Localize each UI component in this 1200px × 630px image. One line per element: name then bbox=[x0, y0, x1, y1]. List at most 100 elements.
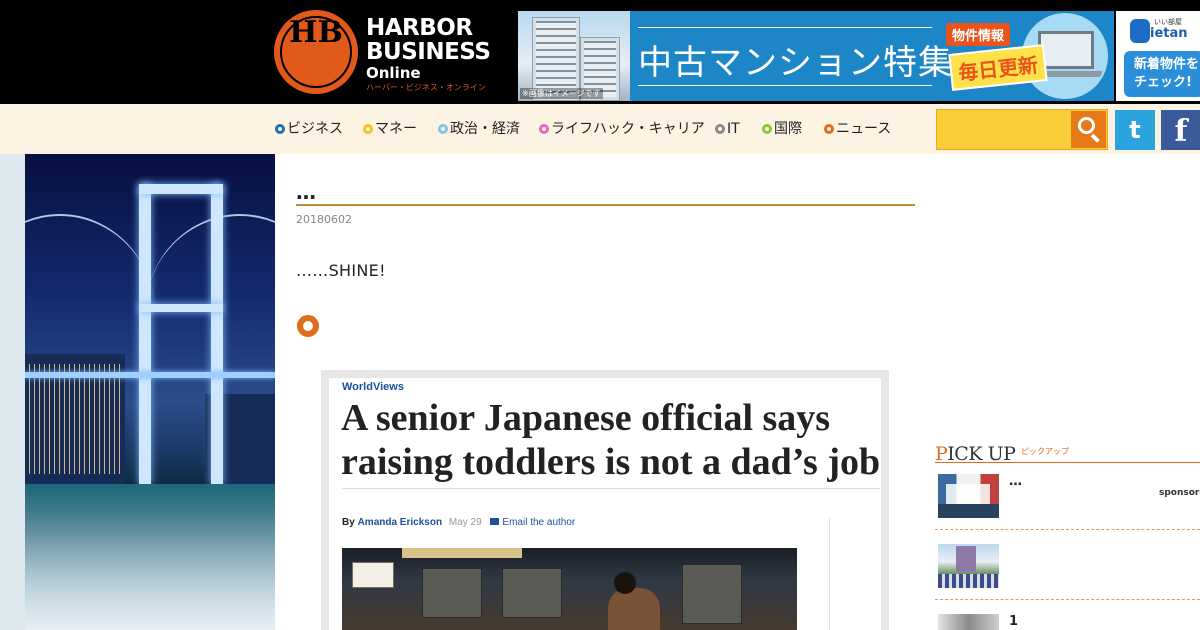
photo-window bbox=[502, 568, 562, 618]
laptop-icon bbox=[1038, 31, 1094, 69]
screenshot-headline: A senior Japanese official says raising … bbox=[341, 396, 881, 484]
page: HB HARBOR BUSINESS Online ハーバー・ビジネス・オンライ… bbox=[0, 0, 1200, 630]
nav-item-news[interactable]: ニュース bbox=[824, 120, 891, 138]
pickup-divider bbox=[935, 462, 1200, 463]
facebook-button[interactable]: f bbox=[1161, 110, 1200, 150]
water bbox=[25, 484, 275, 630]
screenshot-photo bbox=[342, 548, 797, 630]
nav-bullet-icon bbox=[762, 124, 772, 134]
pickup-sponsor-label: sponsored bbox=[1159, 488, 1200, 498]
screenshot-kicker: WorldViews bbox=[342, 381, 404, 393]
byline-author: Amanda Erickson bbox=[357, 517, 443, 528]
bridge-deck bbox=[25, 372, 275, 378]
pickup-item[interactable]: 1 bbox=[935, 614, 1200, 630]
screenshot-divider bbox=[342, 488, 880, 489]
pickup-item-title: 1 bbox=[1009, 614, 1019, 629]
search-button[interactable] bbox=[1071, 111, 1106, 148]
pickup-subheading: ピックアップ bbox=[1021, 447, 1069, 456]
pickup-thumbnail bbox=[938, 474, 999, 518]
thumb-panel bbox=[946, 484, 990, 504]
building-windows bbox=[536, 21, 576, 97]
bridge-tower-right bbox=[211, 184, 223, 484]
banner-rule-bottom bbox=[638, 85, 932, 86]
ad-ietan-button-line1: 新着物件を bbox=[1134, 57, 1200, 72]
thumb-building bbox=[956, 546, 976, 572]
article-lead: ……SHINE! bbox=[296, 261, 386, 280]
thumb-crowd bbox=[938, 574, 999, 588]
pickup-item-title: … bbox=[1009, 474, 1022, 489]
byline-date: May 29 bbox=[448, 517, 482, 528]
logo-line-1: HARBOR bbox=[366, 15, 473, 41]
building-image: ※画像はイメージです bbox=[518, 11, 630, 101]
search-icon bbox=[1078, 117, 1095, 134]
twitter-icon: t bbox=[1129, 116, 1141, 144]
thumb-strip bbox=[938, 504, 999, 518]
site-header: HB HARBOR BUSINESS Online ハーバー・ビジネス・オンライ… bbox=[0, 0, 1200, 104]
ad-ietan-brand: ietan bbox=[1150, 26, 1188, 41]
ad-banner-mansion[interactable]: ※画像はイメージです 中古マンション特集 物件情報 毎日更新 bbox=[518, 11, 1114, 101]
byline-email-label: Email the author bbox=[502, 517, 576, 528]
bridge-cable-right bbox=[145, 214, 275, 414]
nav-item-label: 政治・経済 bbox=[450, 121, 520, 137]
bridge-tower-mid bbox=[139, 304, 223, 312]
nav-item-it[interactable]: IT bbox=[715, 120, 740, 138]
nav-item-politics[interactable]: 政治・経済 bbox=[438, 120, 520, 138]
photo-window bbox=[682, 564, 742, 624]
nav-bullet-icon bbox=[539, 124, 549, 134]
ad-tag: 物件情報 bbox=[946, 23, 1011, 46]
screenshot-byline: By Amanda Erickson May 29 Email the auth… bbox=[342, 517, 575, 528]
nav-item-lifehack[interactable]: ライフハック・キャリア bbox=[539, 120, 705, 138]
photo-person bbox=[608, 588, 660, 630]
pickup-separator bbox=[935, 599, 1200, 600]
pickup-thumbnail bbox=[938, 544, 999, 588]
nav-item-label: ライフハック・キャリア bbox=[551, 121, 705, 137]
nav-bullet-icon bbox=[824, 124, 834, 134]
nav-item-label: IT bbox=[727, 121, 740, 137]
section-bullet-icon bbox=[297, 315, 319, 337]
ad-title: 中古マンション特集 bbox=[638, 43, 953, 83]
banner-rule-top bbox=[638, 27, 932, 28]
screenshot-column-line bbox=[829, 518, 830, 630]
logo-line-3: Online bbox=[366, 64, 421, 82]
pickup-separator bbox=[935, 529, 1200, 530]
twitter-button[interactable]: t bbox=[1115, 110, 1155, 150]
mail-icon bbox=[490, 518, 500, 525]
pickup-item[interactable]: … sponsored bbox=[935, 474, 1200, 520]
nav-bullet-icon bbox=[715, 124, 725, 134]
image-note: ※画像はイメージです bbox=[520, 88, 603, 99]
nav-item-international[interactable]: 国際 bbox=[762, 120, 802, 138]
bridge-tower-left bbox=[139, 184, 151, 484]
byline-by: By bbox=[342, 517, 355, 528]
title-divider bbox=[296, 204, 915, 206]
ad-banner-ietan[interactable]: いい部屋 ietan 新着物件を チェック! bbox=[1116, 11, 1200, 101]
photo-window bbox=[422, 568, 482, 618]
photo-person-head bbox=[614, 572, 636, 594]
nav-item-label: マネー bbox=[375, 121, 417, 137]
nav-item-business[interactable]: ビジネス bbox=[275, 120, 343, 138]
pickup-thumbnail bbox=[938, 614, 999, 630]
facebook-icon: f bbox=[1174, 114, 1188, 149]
screenshot-headline-line2: raising toddlers is not a dad’s job bbox=[341, 441, 881, 483]
ad-ietan-button[interactable]: 新着物件を チェック! bbox=[1124, 51, 1200, 97]
logo-kana: ハーバー・ビジネス・オンライン bbox=[366, 83, 486, 92]
nav-item-money[interactable]: マネー bbox=[363, 120, 417, 138]
photo-light bbox=[402, 548, 522, 558]
logo-wordmark: HARBOR BUSINESS Online ハーバー・ビジネス・オンライン bbox=[366, 15, 491, 94]
article-image: WorldViews A senior Japanese official sa… bbox=[321, 370, 889, 630]
photo-sign bbox=[352, 562, 394, 588]
pickup-item[interactable] bbox=[935, 544, 1200, 590]
screenshot-page: WorldViews A senior Japanese official sa… bbox=[329, 378, 881, 630]
byline-email: Email the author bbox=[490, 517, 575, 528]
nav-item-label: ニュース bbox=[836, 121, 892, 137]
site-logo[interactable]: HB HARBOR BUSINESS Online ハーバー・ビジネス・オンライ… bbox=[274, 10, 514, 94]
nav-bullet-icon bbox=[438, 124, 448, 134]
bridge-photo bbox=[25, 154, 275, 630]
mascot-icon bbox=[1130, 19, 1150, 43]
bridge-cable-left bbox=[25, 214, 155, 414]
nav-item-label: 国際 bbox=[774, 121, 802, 137]
article-title: … bbox=[296, 180, 316, 204]
bridge-tower-top bbox=[139, 184, 223, 194]
logo-mark: HB bbox=[274, 10, 358, 94]
logo-monogram: HB bbox=[289, 15, 343, 50]
nav-bullet-icon bbox=[275, 124, 285, 134]
